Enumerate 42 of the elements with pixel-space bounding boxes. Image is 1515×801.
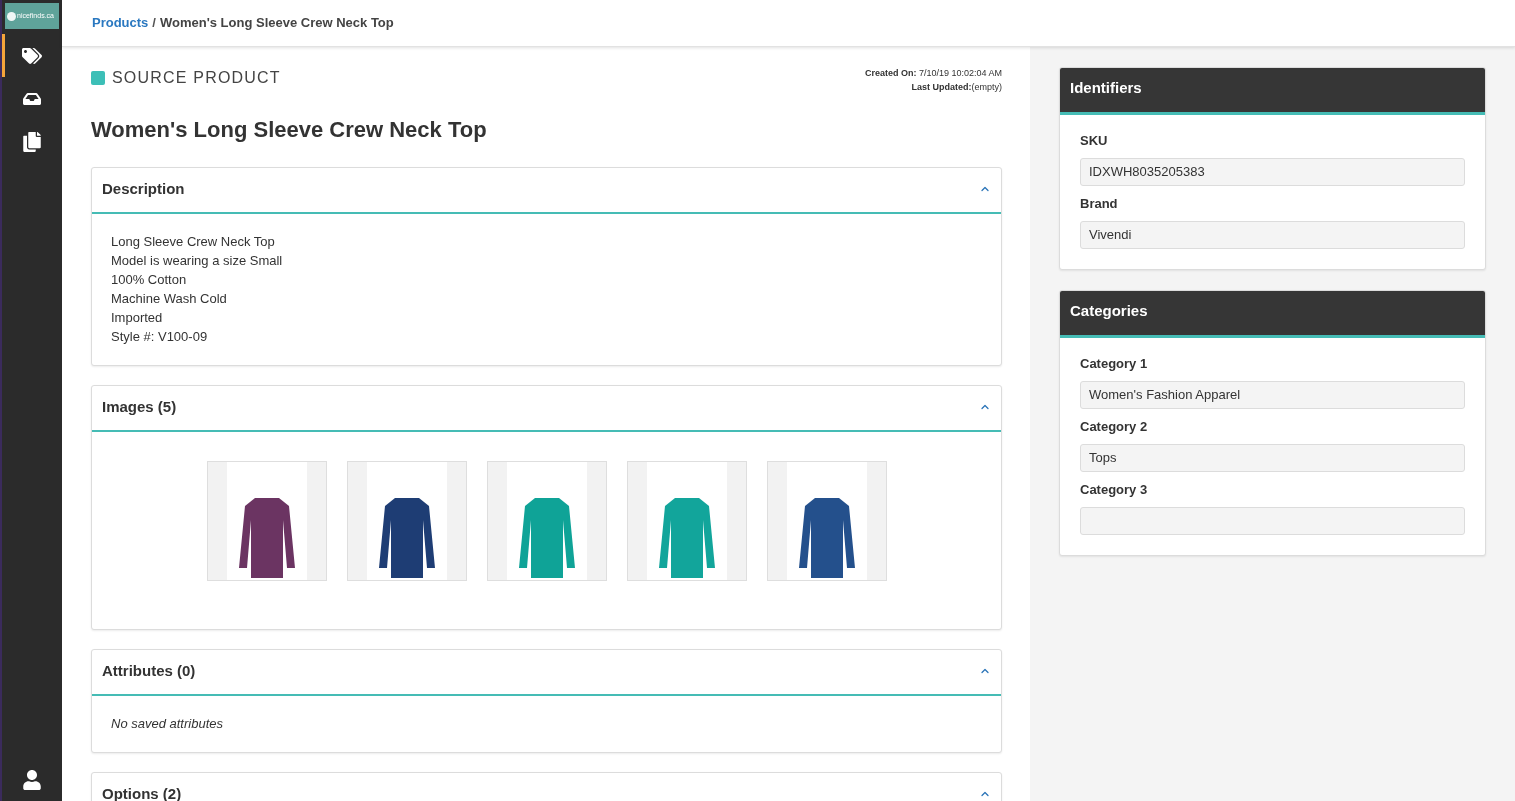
section-title: Images (5)	[102, 399, 177, 414]
field-label: SKU	[1080, 133, 1108, 149]
text-field[interactable]: Women's Fashion Apparel	[1080, 381, 1465, 409]
section-title: Description	[102, 181, 185, 196]
field-label: Category 1	[1080, 356, 1148, 372]
source-label: SOURCE PRODUCT	[112, 69, 281, 87]
text-field[interactable]: IDXWH8035205383	[1080, 158, 1465, 186]
description-line: Long Sleeve Crew Neck Top	[111, 233, 275, 251]
field-label: Brand	[1080, 196, 1118, 212]
field-label: Category 2	[1080, 419, 1148, 435]
photo-placeholder[interactable]	[766, 461, 887, 581]
meta-line: Created On: 7/10/19 10:02:04 AM	[864, 67, 1002, 80]
text-field[interactable]: Vivendi	[1080, 221, 1465, 249]
text-field[interactable]: Tops	[1080, 444, 1465, 472]
empty-message: No saved attributes	[111, 715, 223, 733]
user-icon	[23, 770, 41, 790]
product-title: Women's Long Sleeve Crew Neck Top	[91, 116, 487, 144]
panel-title: Identifiers	[1070, 77, 1142, 98]
photo-placeholder[interactable]	[346, 461, 467, 581]
tags-icon	[22, 45, 42, 66]
breadcrumb-link[interactable]: Products	[92, 13, 149, 33]
panel-title: Categories	[1070, 300, 1148, 321]
photo-placeholder[interactable]	[206, 461, 327, 581]
description-line: Model is wearing a size Small	[111, 252, 283, 270]
copy-icon	[23, 131, 41, 152]
section-header[interactable]: Attributes (0)	[92, 650, 1001, 696]
circle-icon	[7, 11, 16, 21]
section-header[interactable]: Images (5)	[92, 386, 1001, 432]
description-line: Machine Wash Cold	[111, 290, 227, 308]
text-field[interactable]	[1080, 507, 1465, 535]
meta-line: Last Updated:(empty)	[911, 81, 1002, 94]
section-title: Options (2)	[102, 786, 182, 801]
section-header[interactable]: Options (2)	[92, 773, 1001, 801]
section-header[interactable]: Description	[92, 168, 1001, 214]
square-icon	[91, 71, 105, 85]
field-label: Category 3	[1080, 482, 1148, 498]
breadcrumb-current: Women's Long Sleeve Crew Neck Top	[159, 14, 394, 33]
description-line: Imported	[111, 309, 163, 327]
description-line: Style #: V100-09	[111, 328, 208, 346]
description-line: 100% Cotton	[111, 271, 187, 289]
breadcrumb-separator: /	[152, 14, 156, 33]
section-title: Attributes (0)	[102, 663, 196, 678]
